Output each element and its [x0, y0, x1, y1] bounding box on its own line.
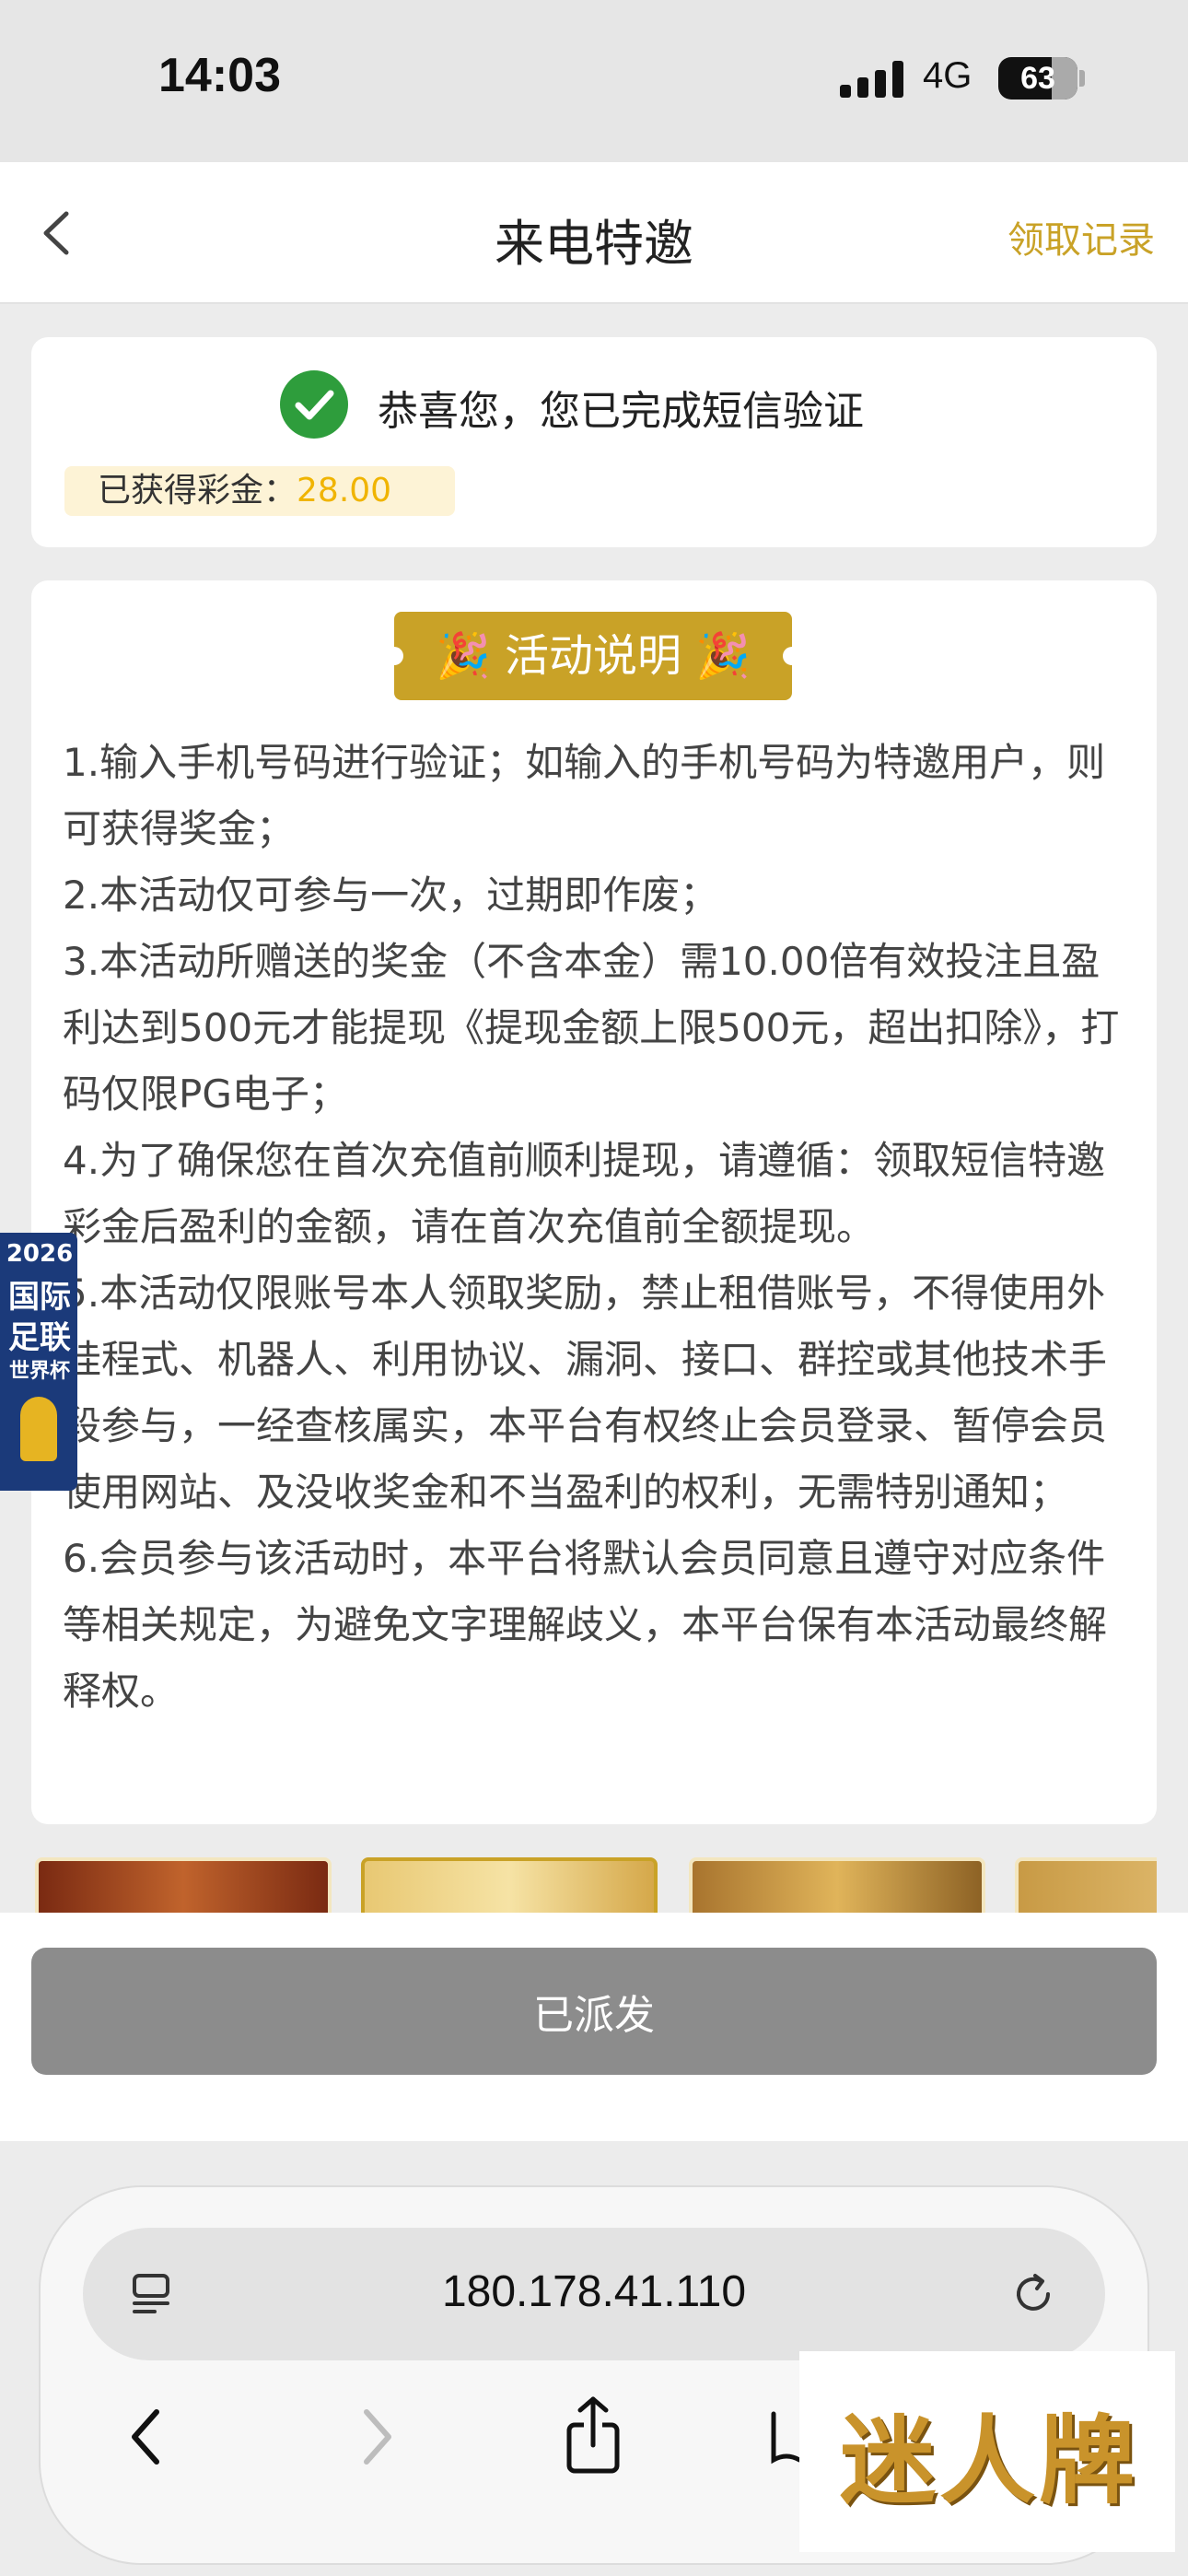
trophy-icon	[20, 1397, 57, 1461]
world-cup-float-ad[interactable]: 2026 国际 足联 世界杯	[0, 1233, 77, 1491]
dispatched-button[interactable]: 已派发	[31, 1948, 1157, 2075]
address-bar[interactable]: 180.178.41.110	[83, 2228, 1105, 2360]
promo-banner[interactable]	[1015, 1857, 1157, 1914]
status-time: 14:03	[158, 49, 281, 102]
url-text: 180.178.41.110	[441, 2267, 747, 2316]
verify-message: 恭喜您，您已完成短信验证	[378, 388, 864, 435]
battery-level: 63	[1020, 61, 1055, 96]
network-type: 4G	[923, 55, 973, 96]
rule-item: 1.输入手机号码进行验证；如输入的手机号码为特邀用户，则可获得奖金；	[63, 740, 1106, 851]
nav-bar: 来电特邀 领取记录	[0, 162, 1188, 304]
battery-tip	[1079, 70, 1085, 87]
watermark-logo: 迷人牌	[799, 2351, 1175, 2552]
bonus-value: 28.00	[297, 472, 392, 509]
rule-item: 4.为了确保您在首次充值前顺利提现，请遵循：领取短信特邀彩金后盈利的金额，请在首…	[63, 1138, 1106, 1249]
verify-card: 恭喜您，您已完成短信验证 已获得彩金：28.00	[31, 337, 1157, 547]
promo-banner[interactable]	[361, 1857, 658, 1914]
forward-icon[interactable]	[354, 2405, 400, 2469]
status-bar: 14:03 4G 63	[0, 0, 1188, 162]
check-circle-icon	[280, 370, 348, 439]
claim-history-link[interactable]: 领取记录	[1007, 210, 1155, 263]
badge-notch-left	[385, 647, 403, 665]
battery-icon: 63	[998, 57, 1077, 100]
ad-line2: 足联	[8, 1319, 71, 1356]
share-icon[interactable]	[556, 2394, 630, 2476]
badge-notch-right	[783, 647, 801, 665]
rule-item: 2.本活动仅可参与一次，过期即作废；	[63, 872, 719, 918]
reload-icon[interactable]	[1007, 2268, 1059, 2320]
back-icon[interactable]	[123, 2405, 169, 2469]
rule-item: 5.本活动仅限账号本人领取奖励，禁止租借账号，不得使用外挂程式、机器人、利用协议…	[63, 1270, 1108, 1515]
bonus-tag: 已获得彩金：28.00	[64, 466, 455, 516]
action-area: 已派发	[0, 1913, 1188, 2141]
promo-banner[interactable]	[689, 1857, 985, 1914]
rules-card: 🎉 活动说明 🎉 1.输入手机号码进行验证；如输入的手机号码为特邀用户，则可获得…	[31, 580, 1157, 1824]
bonus-label: 已获得彩金：	[98, 472, 297, 509]
promo-banner[interactable]	[35, 1857, 332, 1914]
ad-year: 2026	[6, 1240, 74, 1268]
activity-badge: 🎉 活动说明 🎉	[385, 612, 801, 700]
badge-label: 🎉 活动说明 🎉	[435, 630, 751, 682]
watermark-text: 迷人牌	[840, 2404, 1139, 2517]
promo-banner-strip	[31, 1857, 1157, 1914]
rule-item: 3.本活动所赠送的奖金（不含本金）需10.00倍有效投注且盈利达到500元才能提…	[63, 939, 1120, 1117]
ad-line3: 世界杯	[8, 1360, 70, 1383]
rules-list: 1.输入手机号码进行验证；如输入的手机号码为特邀用户，则可获得奖金； 2.本活动…	[63, 730, 1133, 1725]
ad-line1: 国际	[8, 1279, 71, 1316]
signal-icon	[840, 61, 904, 98]
rule-item: 6.会员参与该活动时，本平台将默认会员同意且遵守对应条件等相关规定，为避免文字理…	[63, 1536, 1108, 1714]
